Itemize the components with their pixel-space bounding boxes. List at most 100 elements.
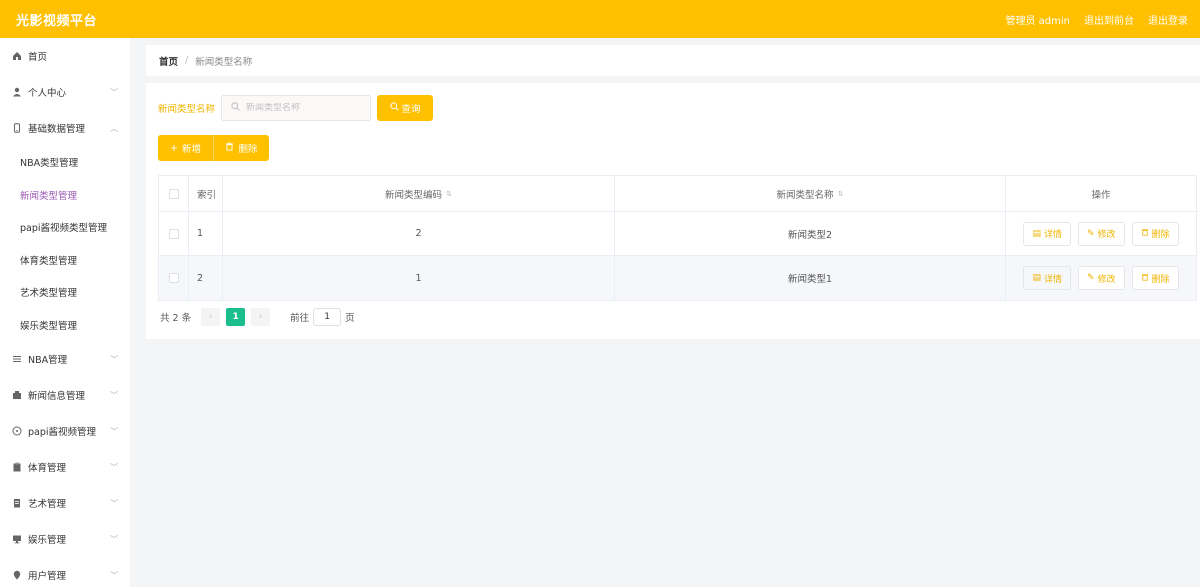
list-icon [10,352,24,366]
query-button[interactable]: 查询 [377,95,434,121]
sidebar-item-papi-video[interactable]: papi酱视频管理 ﹀ [0,413,130,449]
logout-link[interactable]: 退出登录 [1148,12,1188,27]
sidebar-subitem-art-type[interactable]: 艺术类型管理 [0,276,130,309]
header-checkbox-cell [159,176,189,211]
delete-button[interactable]: 删除 [213,135,269,161]
sidebar-item-entertainment[interactable]: 娱乐管理 ﹀ [0,521,130,557]
search-box [221,95,372,121]
news-icon [10,388,24,402]
select-all-checkbox[interactable] [168,188,179,199]
detail-button[interactable]: ▤ 详情 [1023,266,1071,290]
sidebar-item-label: 艺术管理 [28,499,67,510]
search-input[interactable] [246,103,362,113]
header-index: 索引 [189,176,223,211]
sidebar-subitem-sports-type[interactable]: 体育类型管理 [0,244,130,277]
row-checkbox-cell [159,256,189,300]
sidebar-item-art[interactable]: 艺术管理 ﹀ [0,485,130,521]
row-code: 2 [223,212,615,255]
sidebar-subitem-nba-type[interactable]: NBA类型管理 [0,146,130,179]
sidebar-item-personal-center[interactable]: 个人中心 ﹀ [0,74,130,110]
edit-button[interactable]: ✎ 修改 [1077,266,1125,290]
sort-icon: ⇅ [446,189,452,198]
sidebar-item-news-info[interactable]: 新闻信息管理 ﹀ [0,377,130,413]
delete-button-label: 删除 [238,144,258,155]
app-title: 光影视频平台 [16,13,98,29]
monitor-icon [10,532,24,546]
chevron-up-icon: ︿ [110,123,118,133]
page-number-button[interactable]: 1 [226,308,246,326]
exit-to-front-link[interactable]: 退出到前台 [1084,12,1134,27]
trash-icon [1141,228,1149,239]
clipboard-icon [10,460,24,474]
breadcrumb-home[interactable]: 首页 [159,54,178,68]
compass-icon [10,424,24,438]
sidebar-item-users[interactable]: 用户管理 ﹀ [0,557,130,587]
main-panel: 新闻类型名称 查询 + 新增 删除 [146,83,1200,339]
sidebar-subitem-papi-video-type[interactable]: papi酱视频类型管理 [0,211,130,244]
row-delete-button[interactable]: 删除 [1131,266,1179,290]
chevron-down-icon: ﹀ [110,534,118,544]
sidebar-item-basic-data[interactable]: 基础数据管理 ︿ [0,110,130,146]
row-code: 1 [223,256,615,300]
sidebar-item-label: 娱乐管理 [28,535,67,546]
action-row: + 新增 删除 [158,135,269,161]
row-index: 1 [189,212,223,255]
sidebar-item-label: 用户管理 [28,571,67,582]
doc-icon [10,496,24,510]
chevron-down-icon: ﹀ [110,570,118,580]
sidebar-subitem-entertainment-type[interactable]: 娱乐类型管理 [0,309,130,342]
page-jump-input[interactable] [313,308,342,326]
sidebar-item-home[interactable]: 首页 [0,38,130,74]
sidebar-item-label: 体育管理 [28,463,67,474]
breadcrumb: 首页 / 新闻类型名称 [146,45,1200,76]
row-delete-button[interactable]: 删除 [1131,221,1179,246]
search-label: 新闻类型名称 [158,104,216,115]
trash-icon [225,142,234,154]
document-icon: ▤ [1032,273,1041,283]
chevron-down-icon: ﹀ [110,87,118,97]
pagination: 共 2 条 ‹ 1 › 前往 页 [160,308,355,326]
breadcrumb-separator: / [185,55,189,66]
chevron-down-icon: ﹀ [110,462,118,472]
search-icon [389,102,399,114]
row-checkbox[interactable] [168,273,179,283]
phone-icon [10,121,24,135]
document-icon: ▤ [1032,228,1041,239]
table-row: 2 1 新闻类型1 ▤ 详情 ✎ 修改 删除 [159,256,1196,300]
top-nav: 管理员 admin 退出到前台 退出登录 [1005,12,1188,27]
page-jump: 前往 页 [290,308,355,326]
detail-button-label: 详情 [1043,230,1062,240]
chevron-down-icon: ﹀ [110,426,118,436]
row-checkbox[interactable] [168,228,179,239]
sidebar-item-sports[interactable]: 体育管理 ﹀ [0,449,130,485]
prev-page-button[interactable]: ‹ [201,308,221,326]
home-icon [10,49,24,63]
chevron-down-icon: ﹀ [110,354,118,364]
table-header-row: 索引 新闻类型编码 ⇅ 新闻类型名称 ⇅ 操作 [159,176,1196,212]
detail-button-label: 详情 [1043,274,1062,285]
trash-icon [1141,273,1149,284]
sidebar-item-label: 首页 [28,52,48,63]
pagination-total: 共 2 条 [160,313,192,324]
sidebar: 首页 个人中心 ﹀ 基础数据管理 ︿ NBA类型管理 新闻类型管理 papi酱视… [0,38,130,587]
header-code[interactable]: 新闻类型编码 ⇅ [223,176,615,211]
add-button[interactable]: + 新增 [158,135,213,161]
edit-button[interactable]: ✎ 修改 [1077,221,1125,246]
detail-button[interactable]: ▤ 详情 [1023,221,1071,246]
table-row: 1 2 新闻类型2 ▤ 详情 ✎ 修改 删除 [159,212,1196,256]
next-page-button[interactable]: › [251,308,271,326]
chevron-down-icon: ﹀ [110,498,118,508]
sidebar-item-nba[interactable]: NBA管理 ﹀ [0,341,130,377]
sidebar-item-label: NBA管理 [28,355,68,366]
sidebar-subitem-news-type[interactable]: 新闻类型管理 [0,179,130,212]
query-button-label: 查询 [401,104,421,115]
pin-icon [10,568,24,582]
header-code-label: 新闻类型编码 [385,189,443,201]
header-name[interactable]: 新闻类型名称 ⇅ [615,176,1006,211]
data-table: 索引 新闻类型编码 ⇅ 新闻类型名称 ⇅ 操作 1 2 新闻类型2 ▤ 详情 ✎… [158,175,1197,301]
header-name-label: 新闻类型名称 [776,189,834,201]
sidebar-item-label: 基础数据管理 [28,124,86,135]
admin-role-text: 管理员 admin [1005,15,1070,27]
sort-icon: ⇅ [837,189,844,198]
row-name: 新闻类型1 [615,256,1006,300]
